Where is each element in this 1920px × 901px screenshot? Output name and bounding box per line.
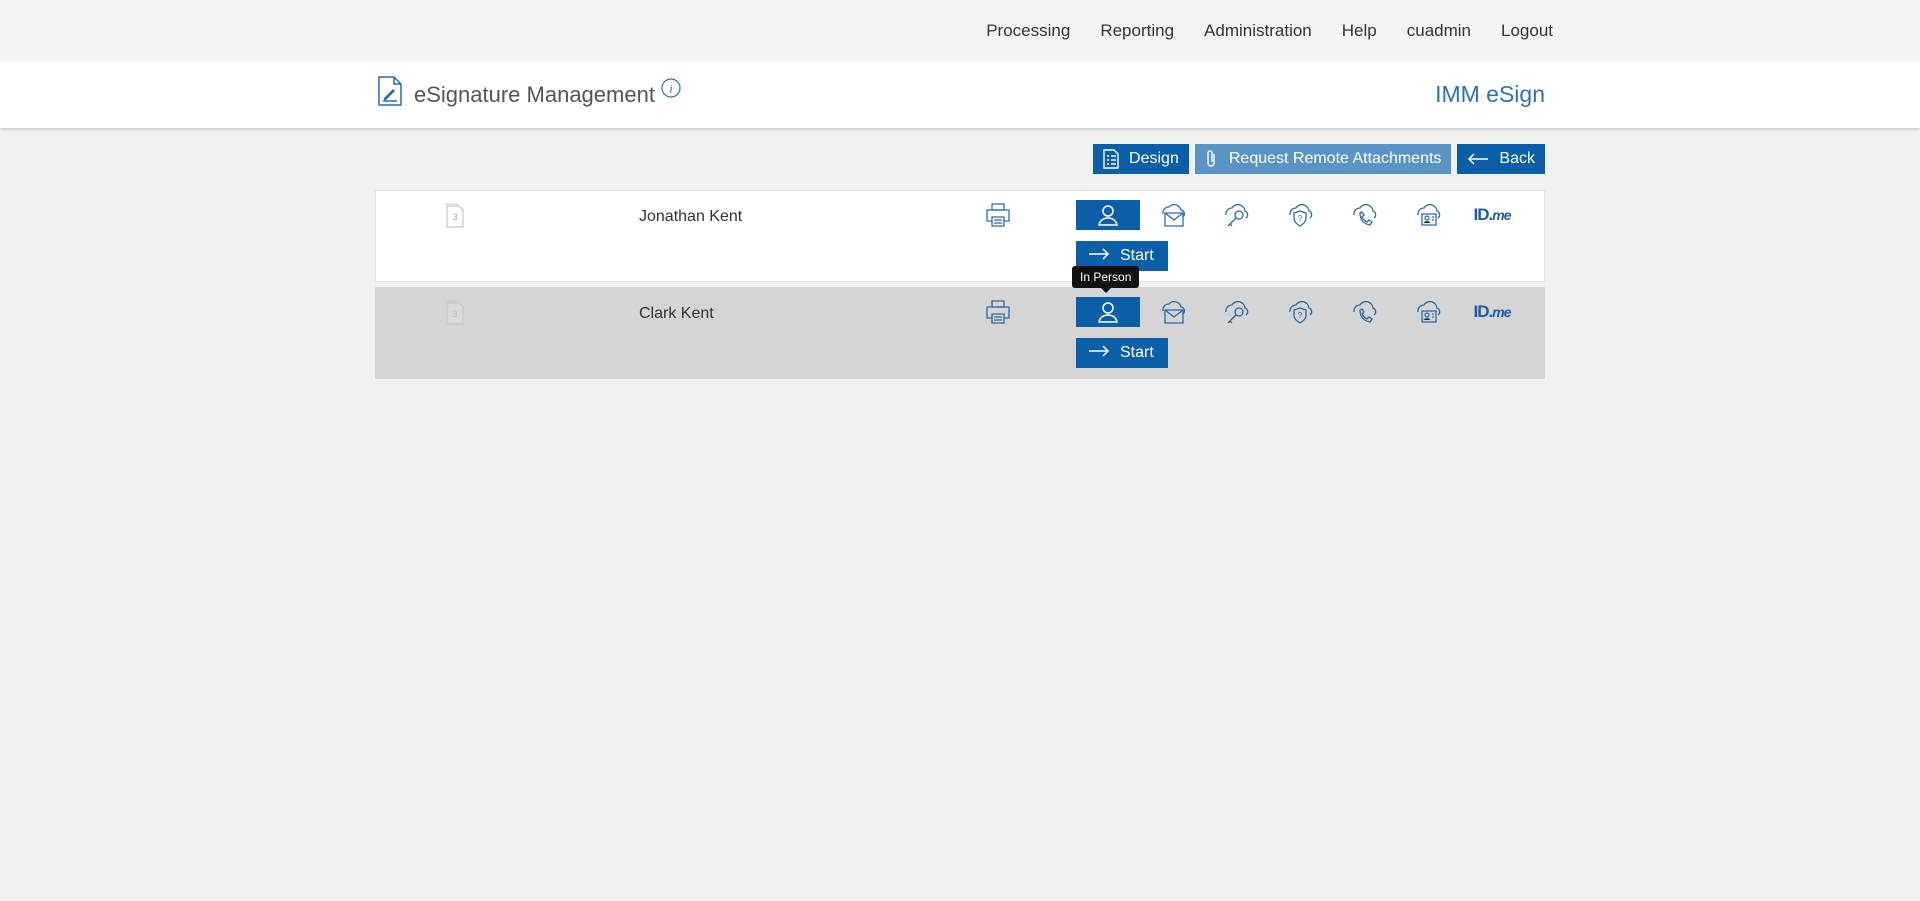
signing-methods: ? ID. me <box>1076 200 1524 230</box>
arrow-right-icon <box>1088 344 1110 362</box>
in-person-tooltip: In Person <box>1072 266 1140 293</box>
phone-cloud-icon[interactable] <box>1332 200 1396 230</box>
checklist-icon <box>1103 149 1119 169</box>
document-count: 3 <box>452 309 457 319</box>
design-button[interactable]: Design <box>1093 144 1189 174</box>
start-button[interactable]: Start <box>1076 338 1168 368</box>
brand-name: IMM eSign <box>1435 81 1545 107</box>
arrow-right-icon <box>1088 247 1110 265</box>
idme-suffix: me <box>1492 304 1511 320</box>
idme-text: ID. <box>1473 302 1494 321</box>
in-person-icon[interactable] <box>1076 200 1140 230</box>
document-count-icon: 3 <box>443 299 465 330</box>
nav-help[interactable]: Help <box>1342 21 1377 41</box>
nav-logout[interactable]: Logout <box>1501 21 1553 41</box>
question-cloud-icon[interactable]: ? <box>1268 200 1332 230</box>
info-icon[interactable]: i <box>661 78 681 103</box>
idme-suffix: me <box>1492 207 1511 223</box>
table-row: 3 Clark Kent ? ID. me Start <box>375 287 1545 379</box>
key-cloud-icon[interactable] <box>1204 200 1268 230</box>
request-remote-attachments-button[interactable]: Request Remote Attachments <box>1194 144 1452 174</box>
id-card-cloud-icon[interactable] <box>1396 200 1460 230</box>
back-button[interactable]: Back <box>1457 144 1545 174</box>
idme-logo[interactable]: ID. me <box>1460 297 1524 327</box>
email-cloud-icon[interactable] <box>1140 297 1204 327</box>
page-title: eSignature Management <box>414 82 655 107</box>
signer-name: Clark Kent <box>639 305 714 322</box>
start-label: Start <box>1120 247 1154 264</box>
table-row: 3 Jonathan Kent ? ID. me Start <box>375 190 1545 282</box>
top-nav: Processing Reporting Administration Help… <box>956 0 1553 62</box>
email-cloud-icon[interactable] <box>1140 200 1204 230</box>
document-count-icon: 3 <box>443 202 465 233</box>
phone-cloud-icon[interactable] <box>1332 297 1396 327</box>
signer-name: Jonathan Kent <box>639 208 743 225</box>
document-sign-icon <box>377 76 403 111</box>
top-bar: Processing Reporting Administration Help… <box>0 0 1920 62</box>
idme-text: ID. <box>1473 205 1494 224</box>
id-card-cloud-icon[interactable] <box>1396 297 1460 327</box>
nav-user[interactable]: cuadmin <box>1407 21 1471 41</box>
signers-table: 3 Jonathan Kent ? ID. me Start 3 Clark K… <box>375 190 1545 379</box>
svg-text:?: ? <box>1298 214 1303 223</box>
printer-icon[interactable] <box>984 201 1012 234</box>
svg-text:?: ? <box>1298 311 1303 320</box>
nav-reporting[interactable]: Reporting <box>1100 21 1174 41</box>
nav-administration[interactable]: Administration <box>1204 21 1312 41</box>
app-header: eSignature Management i IMM eSign <box>0 62 1920 128</box>
back-label: Back <box>1499 150 1535 167</box>
attachments-label: Request Remote Attachments <box>1228 150 1442 167</box>
toolbar: Design Request Remote Attachments Back <box>1093 144 1545 174</box>
design-label: Design <box>1129 150 1179 167</box>
signing-methods: ? ID. me <box>1076 297 1524 327</box>
idme-logo[interactable]: ID. me <box>1460 200 1524 230</box>
arrow-left-icon <box>1467 153 1489 165</box>
document-count: 3 <box>452 212 457 222</box>
printer-icon[interactable] <box>984 298 1012 331</box>
svg-text:i: i <box>669 82 672 96</box>
start-label: Start <box>1120 344 1154 361</box>
nav-processing[interactable]: Processing <box>986 21 1070 41</box>
paperclip-icon <box>1205 149 1219 169</box>
in-person-icon[interactable] <box>1076 297 1140 327</box>
key-cloud-icon[interactable] <box>1204 297 1268 327</box>
question-cloud-icon[interactable]: ? <box>1268 297 1332 327</box>
